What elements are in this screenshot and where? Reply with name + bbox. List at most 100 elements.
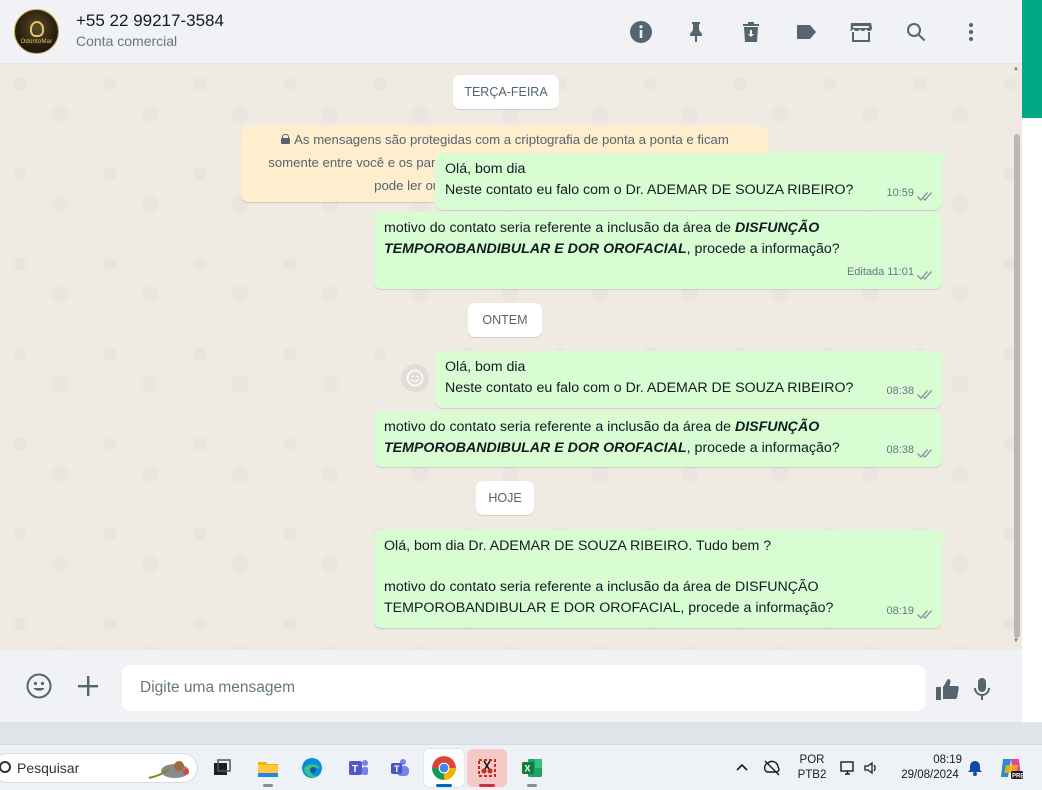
message-bold-text: DISFUNÇÃO [734, 419, 820, 435]
message-bubble[interactable]: motivo do contato seria referente a incl… [374, 212, 942, 289]
edited-label: Editada [846, 266, 885, 278]
keyboard-layout: PTB2 [797, 769, 827, 781]
date-chip-tuesday: TERÇA-FEIRA [453, 75, 559, 109]
label-icon[interactable] [778, 16, 833, 48]
whatsapp-window: OdontoMar +55 22 99217-3584 Conta comerc… [0, 0, 1042, 790]
display-icon[interactable] [839, 759, 857, 777]
show-hidden-icons-chevron-icon[interactable] [733, 759, 751, 777]
react-emoji-button[interactable] [401, 364, 429, 392]
smiley-icon [406, 369, 424, 387]
background-window-panel [1022, 118, 1042, 744]
search-icon[interactable] [888, 16, 943, 48]
header-actions [613, 16, 998, 48]
message-text: motivo do contato seria referente a incl… [384, 218, 932, 239]
running-indicator [479, 784, 495, 787]
emoji-icon[interactable] [24, 671, 54, 701]
message-time: 08:38 [886, 444, 914, 456]
attach-plus-icon[interactable] [73, 671, 103, 701]
edge-browser-icon[interactable] [292, 749, 332, 787]
double-check-icon [917, 188, 934, 201]
avatar-logo-text: OdontoMar [20, 39, 53, 45]
message-text: Olá, bom dia [445, 161, 526, 177]
chrome-browser-icon[interactable] [424, 749, 464, 787]
running-indicator [263, 784, 273, 787]
svg-text:X: X [525, 764, 531, 774]
volume-icon[interactable] [862, 759, 880, 777]
running-indicator [527, 784, 537, 787]
message-time: 11:01 [887, 266, 914, 278]
message-text-part: , procede a informação? [686, 440, 840, 456]
message-meta: Editada 11:01 [847, 262, 934, 283]
teams-icon[interactable]: T [380, 749, 420, 787]
date-chip-yesterday: ONTEM [468, 303, 542, 337]
composer [0, 650, 1022, 722]
clock-date: 29/08/2024 [901, 769, 959, 781]
snipping-tool-icon[interactable] [467, 749, 507, 787]
language-code: POR [799, 754, 825, 766]
excel-icon[interactable]: X [512, 749, 552, 787]
thumbs-up-icon[interactable] [932, 674, 962, 704]
store-icon[interactable] [833, 16, 888, 48]
contact-info[interactable]: +55 22 99217-3584 Conta comercial [76, 10, 224, 49]
message-time: 10:59 [886, 187, 914, 199]
input-language[interactable]: POR PTB2 [796, 753, 828, 783]
message-input[interactable] [122, 665, 925, 711]
scroll-down-arrow-icon[interactable]: ▼ [1013, 638, 1019, 644]
pin-icon[interactable] [668, 16, 723, 48]
message-text: Neste contato eu falo com o Dr. ADEMAR D… [445, 380, 854, 396]
double-check-icon [917, 267, 934, 280]
double-check-icon [917, 445, 934, 458]
taskbar-search-label: Pesquisar [17, 760, 80, 776]
message-meta: 08:38 [886, 381, 934, 402]
taskbar-search[interactable]: Pesquisar [0, 753, 198, 783]
microphone-icon[interactable] [967, 674, 997, 704]
info-icon[interactable] [613, 16, 668, 48]
message-text: TEMPOROBANDIBULAR E DOR OROFACIAL, proce… [384, 600, 834, 616]
search-glass-icon [0, 761, 11, 773]
task-view-icon[interactable] [202, 749, 242, 787]
message-time: 08:38 [886, 385, 914, 397]
message-text: TEMPOROBANDIBULAR E DOR OROFACIAL, proce… [384, 438, 932, 459]
svg-text:T: T [394, 764, 400, 774]
network-offline-icon[interactable] [763, 759, 781, 777]
teams-classic-icon[interactable]: T [338, 749, 378, 787]
message-text-part: motivo do contato seria referente a incl… [384, 220, 735, 236]
double-check-icon [917, 606, 934, 619]
menu-icon[interactable] [943, 16, 998, 48]
scroll-up-arrow-icon[interactable]: ▲ [1013, 66, 1019, 72]
message-bubble[interactable]: Olá, bom dia Dr. ADEMAR DE SOUZA RIBEIRO… [374, 530, 949, 628]
copilot-icon[interactable]: PRE [998, 755, 1024, 781]
desktop-background [0, 722, 1042, 744]
message-text: Olá, bom dia [445, 359, 526, 375]
double-check-icon [917, 386, 934, 399]
message-list[interactable]: As mensagens são protegidas com a cripto… [0, 64, 1022, 650]
notification-bell-icon[interactable] [966, 759, 984, 777]
message-text-part: , procede a informação? [686, 241, 840, 257]
avatar[interactable]: OdontoMar [14, 9, 59, 54]
file-explorer-icon[interactable] [248, 749, 288, 787]
message-bold-text: DISFUNÇÃO [734, 220, 820, 236]
search-highlight-icon [148, 761, 189, 779]
message-text-part: motivo do contato seria referente a incl… [384, 419, 735, 435]
tooth-logo-icon [29, 21, 44, 37]
message-meta: 08:38 [886, 440, 934, 461]
contact-name: +55 22 99217-3584 [76, 11, 224, 30]
encryption-line-1: As mensagens são protegidas com a cripto… [294, 132, 729, 147]
clock[interactable]: 08:19 29/08/2024 [892, 753, 968, 783]
message-bubble[interactable]: Olá, bom dia Neste contato eu falo com o… [435, 153, 949, 210]
date-chip-today: HOJE [476, 481, 534, 515]
lock-icon [281, 134, 291, 144]
message-bubble[interactable]: Olá, bom dia Neste contato eu falo com o… [435, 351, 949, 408]
delete-icon[interactable] [723, 16, 778, 48]
message-time: 08:19 [886, 605, 914, 617]
message-text: Neste contato eu falo com o Dr. ADEMAR D… [445, 182, 854, 198]
message-text: motivo do contato seria referente a incl… [384, 417, 932, 438]
message-bold-text: TEMPOROBANDIBULAR E DOR OROFACIAL [384, 440, 687, 456]
message-bubble[interactable]: motivo do contato seria referente a incl… [374, 411, 942, 467]
svg-text:T: T [352, 764, 358, 775]
scrollbar-thumb[interactable] [1014, 134, 1020, 638]
message-meta: 10:59 [886, 183, 934, 204]
clock-time: 08:19 [933, 754, 962, 766]
windows-taskbar: Pesquisar T T X POR PTB2 08:19 29/08/202… [0, 744, 1042, 790]
